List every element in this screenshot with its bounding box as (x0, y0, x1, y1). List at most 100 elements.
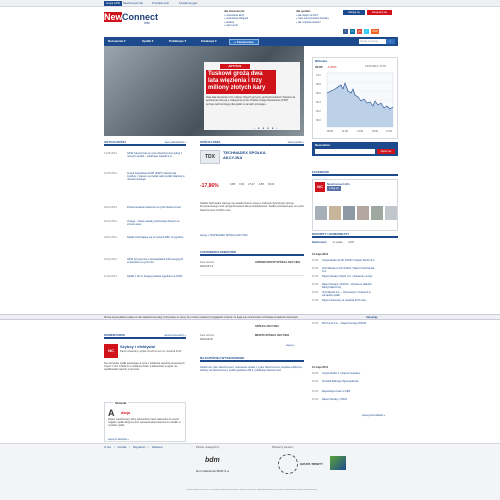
newsletter-submit-button[interactable]: Zapisz się (377, 149, 395, 154)
cookie-accept-button[interactable]: Akceptuję (366, 315, 377, 319)
linkedin-icon[interactable]: in (350, 29, 355, 34)
trinity-logo[interactable] (278, 454, 298, 474)
comments-title: KOMENTARZE (104, 333, 125, 337)
news-text[interactable]: Grupa Kapitałowa ESPI (ESPI) zakończyła … (127, 172, 185, 200)
reports-date: 13 maja 2013 (312, 253, 329, 256)
news-text[interactable]: GPW zakończyła na rynku NewConnect jedną… (127, 152, 185, 168)
bdm-logo[interactable]: bdm (205, 457, 220, 464)
list-item[interactable]: 10.05.2013 Grupa Kapitałowa ESPI (ESPI) z… (104, 172, 186, 202)
debut-company[interactable]: ADROMI GROUP SPÓŁKA AKCYJNA (255, 261, 303, 264)
index-chart: 31.0 30.8 30.6 30.4 30.2 30.0 09:00 11:0… (316, 72, 394, 133)
company-tags[interactable]: więcej » TECHNADEX SPÓŁKA AKCYJNA (200, 234, 304, 239)
comment-body: Nie wszystkie spółki pamiętają na czas o… (104, 362, 186, 372)
report-time: 16:02 (312, 291, 319, 294)
report-text[interactable]: Rejestracja zmian w KRS (322, 390, 377, 396)
footer-link[interactable]: Kontakt (118, 446, 127, 449)
report-text[interactable]: Raport bieżący Medio S.A. / Zawarcie umo… (322, 275, 377, 281)
newsletter-box: Newsletter Zapisz się (312, 142, 398, 156)
tab-newconnect[interactable]: NewConnect Info (121, 1, 145, 6)
search-icon[interactable]: ⌕ (386, 39, 395, 44)
debut-title: ZAPOWIEDZI DEBIUTÓW (200, 250, 236, 254)
nav-publikacje[interactable]: Publikacje ▾ (169, 39, 186, 44)
logo[interactable]: New Connect info (104, 9, 162, 29)
twitter-icon[interactable]: t (364, 29, 369, 34)
footer-link[interactable]: Regulamin (133, 446, 145, 449)
tab-reports-espi[interactable]: ESPI (349, 240, 354, 245)
news-text[interactable]: Podsumowanie kwietnia na rynku NewConnec… (127, 206, 185, 213)
header-link[interactable]: » nasi autoryzowani doradcy (296, 17, 329, 20)
avatar (357, 206, 369, 220)
partner-logo[interactable] (330, 456, 346, 470)
news-more-link[interactable]: więcej aktualności » (165, 140, 186, 145)
company-more-link[interactable]: więcej spółek » (288, 140, 304, 145)
hero-article[interactable]: ARTYKUŁ Tuskowi grożą dwa lata więzienia… (104, 46, 304, 136)
facebook-like-button[interactable]: Lubię to! (327, 186, 341, 191)
nav-spolki[interactable]: Spółki ▾ (142, 39, 153, 44)
report-text[interactable]: MCI Fund S.A. – Raport bieżący 8/2013 (322, 322, 377, 328)
x-tick: 13:00 (357, 130, 364, 133)
header-link[interactable]: » nasz sport (224, 24, 238, 27)
company-name[interactable]: TECHNADEX SPÓŁKA AKCYJNA (223, 151, 283, 163)
footer-link[interactable]: Reklama (152, 446, 162, 449)
comments-more-link[interactable]: więcej komentarzy » (164, 333, 186, 338)
googleplus-icon[interactable]: g+ (357, 29, 362, 34)
tab-links[interactable]: Przydatne linki (150, 1, 171, 6)
debut-date: 2013-05-22 (200, 338, 213, 341)
hero-title[interactable]: Tuskowi grożą dwa lata więzienia i trzy … (206, 70, 276, 94)
list-item[interactable]: 24.04.2013 Spółki rozliczające się w rama… (104, 236, 186, 256)
report-text[interactable]: Protokół Walnego Zgromadzenia (322, 380, 377, 386)
popular-search-links[interactable]: Sefeid na rynku NewConnect, notowania sp… (200, 366, 304, 384)
footer-link[interactable]: O nas (104, 446, 111, 449)
partner1-name: Dom Maklerski BDM S.A. (196, 469, 230, 473)
glossary-more-link[interactable]: więcej w słowniku » (108, 438, 129, 441)
report-time: 15:02 (312, 398, 319, 401)
avatar (371, 206, 383, 220)
nav-notowania[interactable]: Notowania ▾ (108, 39, 126, 44)
nav-edukacja[interactable]: Edukacja ▾ (201, 39, 217, 44)
tab-reports-companies[interactable]: ze spółek (332, 240, 342, 245)
reports-more-link[interactable]: więcej komunikatów » (362, 414, 385, 417)
copyright: © NewConnect.info 2013. Wszelkie prawa z… (184, 489, 318, 491)
report-text[interactable]: Raport bieżący 7/2013 (322, 398, 377, 404)
tab-contact[interactable]: Kontakt ws.gpw (177, 1, 199, 6)
header-link[interactable]: » notowania obligacji (224, 17, 248, 20)
report-time: 15:30 (312, 322, 319, 325)
login-button[interactable]: Zaloguj się (343, 10, 365, 15)
report-text[interactable]: Raport bieżący 12/2013 – Zmiana w składz… (322, 283, 377, 289)
comment-headline[interactable]: Szybcy i efektywni (120, 344, 155, 349)
news-text[interactable]: Spółki z NC w drugiej połowie tygodnia n… (127, 275, 185, 288)
tab-reports-nc[interactable]: NewConnect (312, 240, 326, 245)
newsletter-email-input[interactable] (315, 149, 375, 154)
facebook-icon[interactable]: f (343, 29, 348, 34)
debut-company[interactable]: SPÓŁKA AKCYJNA (255, 325, 303, 328)
comment-card[interactable]: NC Szybcy i efektywni Raport kwartalny s… (104, 342, 186, 398)
register-button[interactable]: Zarejestruj się (367, 10, 392, 15)
nav-highlight-button[interactable]: » Zamieszany (229, 38, 259, 45)
company-stats: 0,88 0,63 27,27 2,88 15,00 (230, 183, 300, 191)
company-title: SPÓŁKA DNIA (200, 140, 221, 144)
list-item[interactable]: 26.04.2013 Uwaga – Nowe zasady prezentacj… (104, 220, 186, 234)
header-link[interactable]: » jak uzyskać status? (296, 21, 321, 24)
x-tick: 11:00 (342, 130, 348, 133)
glossary-title: Słownik (113, 401, 129, 405)
list-item[interactable]: 13.05.2013 GPW zakończyła na rynku NewCon… (104, 152, 186, 172)
header (0, 7, 500, 37)
rss-icon[interactable]: RSS (371, 29, 379, 34)
list-item[interactable]: 11.04.2013 Spółki z NC w drugiej połowie … (104, 275, 186, 295)
glossary-term[interactable]: Akcja (121, 411, 130, 415)
news-text[interactable]: Spółki rozliczające się w ramach ABC w t… (127, 236, 185, 254)
report-time: 16:20 (312, 283, 319, 286)
hero-pager[interactable]: ‹ ● ● ● ● › (254, 126, 278, 130)
reports-list-cont: 15:30 MCI Fund S.A. – Raport bieżący 8/20… (312, 322, 398, 388)
debut-more-link[interactable]: więcej » (286, 344, 295, 347)
report-text[interactable]: Grupa Medio na NC 6/2013 / Raport Medio … (322, 259, 377, 265)
report-text[interactable]: Vivid Media na NC 6/2013 / Raport Vivid … (322, 267, 377, 273)
report-text[interactable]: Grupa Medior 1 / Raport kwartalny (322, 372, 377, 378)
tab-gpw[interactable]: Grupa GPW (104, 1, 123, 6)
report-text[interactable]: Vivid Media S.A. – Informacja o zmianach… (322, 291, 377, 297)
debut-company[interactable]: MEDITA SPÓŁKA AKCYJNA (255, 334, 303, 337)
company-description: Spółka Technadex zajmuje się świadczenie… (200, 202, 304, 212)
report-text[interactable]: Raport okresowy za I kwartał 2013 roku (322, 299, 377, 305)
news-text[interactable]: GPW przypomina o obowiązkach informacyjn… (127, 258, 185, 271)
news-text[interactable]: Uwaga – Nowe zasady prezentacji danych n… (127, 220, 185, 227)
